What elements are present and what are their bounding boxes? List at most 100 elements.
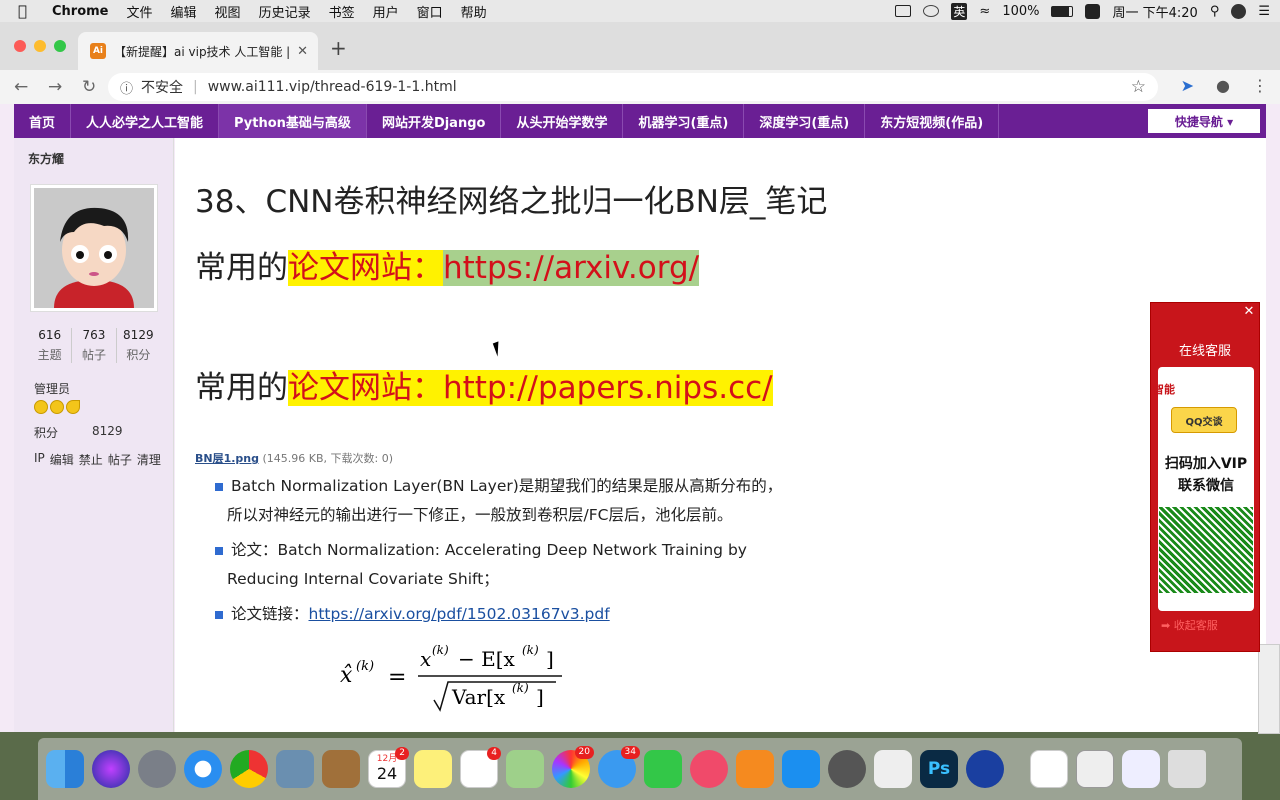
menu-history[interactable]: 历史记录 [259,2,311,21]
quick-nav-button[interactable]: 快捷导航 ▾ [1148,109,1260,133]
menu-user[interactable]: 用户 [373,2,399,21]
input-method-icon[interactable]: 英 [951,2,968,20]
contacts-icon[interactable] [322,750,360,788]
music-icon[interactable] [690,750,728,788]
menu-edit[interactable]: 编辑 [171,2,197,21]
reload-icon[interactable]: ↻ [82,77,102,97]
tab-active[interactable]: Ai 【新提醒】ai vip技术 人工智能 | ✕ [78,32,318,70]
nav-dl[interactable]: 深度学习(重点) [744,104,866,138]
close-window-button[interactable] [14,40,26,52]
nav-math[interactable]: 从头开始学数学 [501,104,624,138]
info-icon[interactable]: ⓘ [120,78,133,97]
qq-chat-button[interactable]: QQ交谈 [1171,407,1237,433]
battery-icon[interactable] [1051,5,1074,17]
address-bar[interactable]: ⓘ 不安全 | www.ai111.vip/thread-619-1-1.htm… [108,73,1158,101]
close-icon[interactable]: ✕ [1242,305,1256,319]
zoom-window-button[interactable] [54,40,66,52]
action-ban[interactable]: 禁止 [79,451,103,468]
screen-record-icon[interactable] [895,5,912,17]
finder-icon[interactable] [46,750,84,788]
action-posts[interactable]: 帖子 [108,451,132,468]
facetime-icon[interactable] [644,750,682,788]
clock[interactable]: 周一 下午4:20 [1112,2,1197,21]
post-title: 38、CNN卷积神经网络之批归一化BN层_笔记 [195,184,828,220]
menu-help[interactable]: 帮助 [461,2,487,21]
paper-pdf-link[interactable]: https://arxiv.org/pdf/1502.03167v3.pdf [309,605,610,623]
line1-url[interactable]: https://arxiv.org/ [443,250,700,286]
bullet1-line-a: Batch Normalization Layer(BN Layer)是期望我们… [231,477,783,495]
back-icon[interactable]: ← [14,77,34,97]
app-store-icon[interactable] [782,750,820,788]
badge-moon-icon [66,400,80,414]
apple-icon[interactable]:  [18,2,36,20]
document-stack-icon[interactable] [1030,750,1068,788]
page-side-tools[interactable] [1258,644,1280,734]
cloud-icon[interactable] [923,5,940,17]
list-item: Batch Normalization Layer(BN Layer)是期望我们… [213,472,793,530]
line2-url[interactable]: http://papers.nips.cc/ [443,370,773,406]
stat-posts-num: 763 [82,328,106,342]
nav-python[interactable]: Python基础与高级 [219,104,367,138]
menu-view[interactable]: 视图 [215,2,241,21]
downloads-stack-icon[interactable] [1122,750,1160,788]
notification-center-icon[interactable]: ☰ [1258,4,1270,19]
bullet3-label: 论文链接： [231,605,309,623]
nav-video[interactable]: 东方短视频(作品) [865,104,1000,138]
chrome-icon[interactable] [230,750,268,788]
video-app-icon[interactable] [966,750,1004,788]
books-icon[interactable] [736,750,774,788]
author-name[interactable]: 东方耀 [28,150,64,167]
wifi-icon[interactable]: ≈ [979,4,990,19]
close-tab-icon[interactable]: ✕ [297,44,308,59]
maps-icon[interactable] [506,750,544,788]
svg-text:(k): (k) [512,681,529,695]
photos-icon[interactable]: 20 [552,746,594,788]
stat-posts[interactable]: 763 帖子 [72,328,117,363]
url-text[interactable]: www.ai111.vip/thread-619-1-1.html [208,79,457,95]
screenshot-stack-icon[interactable] [1076,750,1114,788]
extension-icon[interactable]: ➤ [1181,76,1194,95]
menu-app-name[interactable]: Chrome [52,4,109,19]
reminders-icon[interactable]: 4 [460,747,501,788]
user-role[interactable]: 管理员 [34,380,70,397]
forward-icon[interactable]: → [48,77,68,97]
action-clean[interactable]: 清理 [137,451,161,468]
menu-bookmarks[interactable]: 书签 [329,2,355,21]
menu-window[interactable]: 窗口 [417,2,443,21]
attachment-link[interactable]: BN层1.png [195,452,259,465]
action-edit[interactable]: 编辑 [50,451,74,468]
photoshop-icon[interactable]: Ps [920,750,958,788]
bullet1-line-b: 所以对神经元的输出进行一下修正，一般放到卷积层/FC层后，池化层前。 [227,506,733,524]
launchpad-icon[interactable] [138,750,176,788]
calendar-icon[interactable]: 12月 24 2 [368,747,409,788]
formula-svg: x̂ (k) = x (k) − E[x (k) ] Var[x (k) ] [340,643,562,712]
new-tab-icon[interactable]: + [330,36,347,60]
profile-icon[interactable]: ● [1216,76,1230,95]
menu-file[interactable]: 文件 [127,2,153,21]
more-menu-icon[interactable]: ⋮ [1252,76,1268,95]
svg-text:Var[x: Var[x [451,685,506,709]
siri-icon[interactable] [1231,3,1247,19]
sogou-icon[interactable] [1085,3,1101,19]
system-preferences-icon[interactable] [828,750,866,788]
safari-icon[interactable] [184,750,222,788]
vip-text: 扫码加入VIP 联系微信 [1158,453,1254,497]
notes-icon[interactable] [414,750,452,788]
minimize-window-button[interactable] [34,40,46,52]
textedit-icon[interactable] [874,750,912,788]
spotlight-icon[interactable]: ⚲ [1210,4,1220,19]
messages-icon[interactable]: 34 [598,746,640,788]
avatar[interactable] [30,184,158,312]
collapse-support-button[interactable]: ➡ 收起客服 [1161,617,1218,633]
siri-dock-icon[interactable] [92,750,130,788]
mail-eagle-icon[interactable] [276,750,314,788]
nav-ml[interactable]: 机器学习(重点) [623,104,745,138]
bookmark-star-icon[interactable]: ☆ [1131,77,1146,97]
action-ip[interactable]: IP [34,451,45,468]
trash-icon[interactable] [1168,750,1206,788]
nav-django[interactable]: 网站开发Django [367,104,502,138]
stat-points[interactable]: 8129 积分 [117,328,160,363]
nav-ai[interactable]: 人人必学之人工智能 [71,104,220,138]
stat-threads[interactable]: 616 主题 [28,328,73,363]
nav-home[interactable]: 首页 [14,104,72,138]
